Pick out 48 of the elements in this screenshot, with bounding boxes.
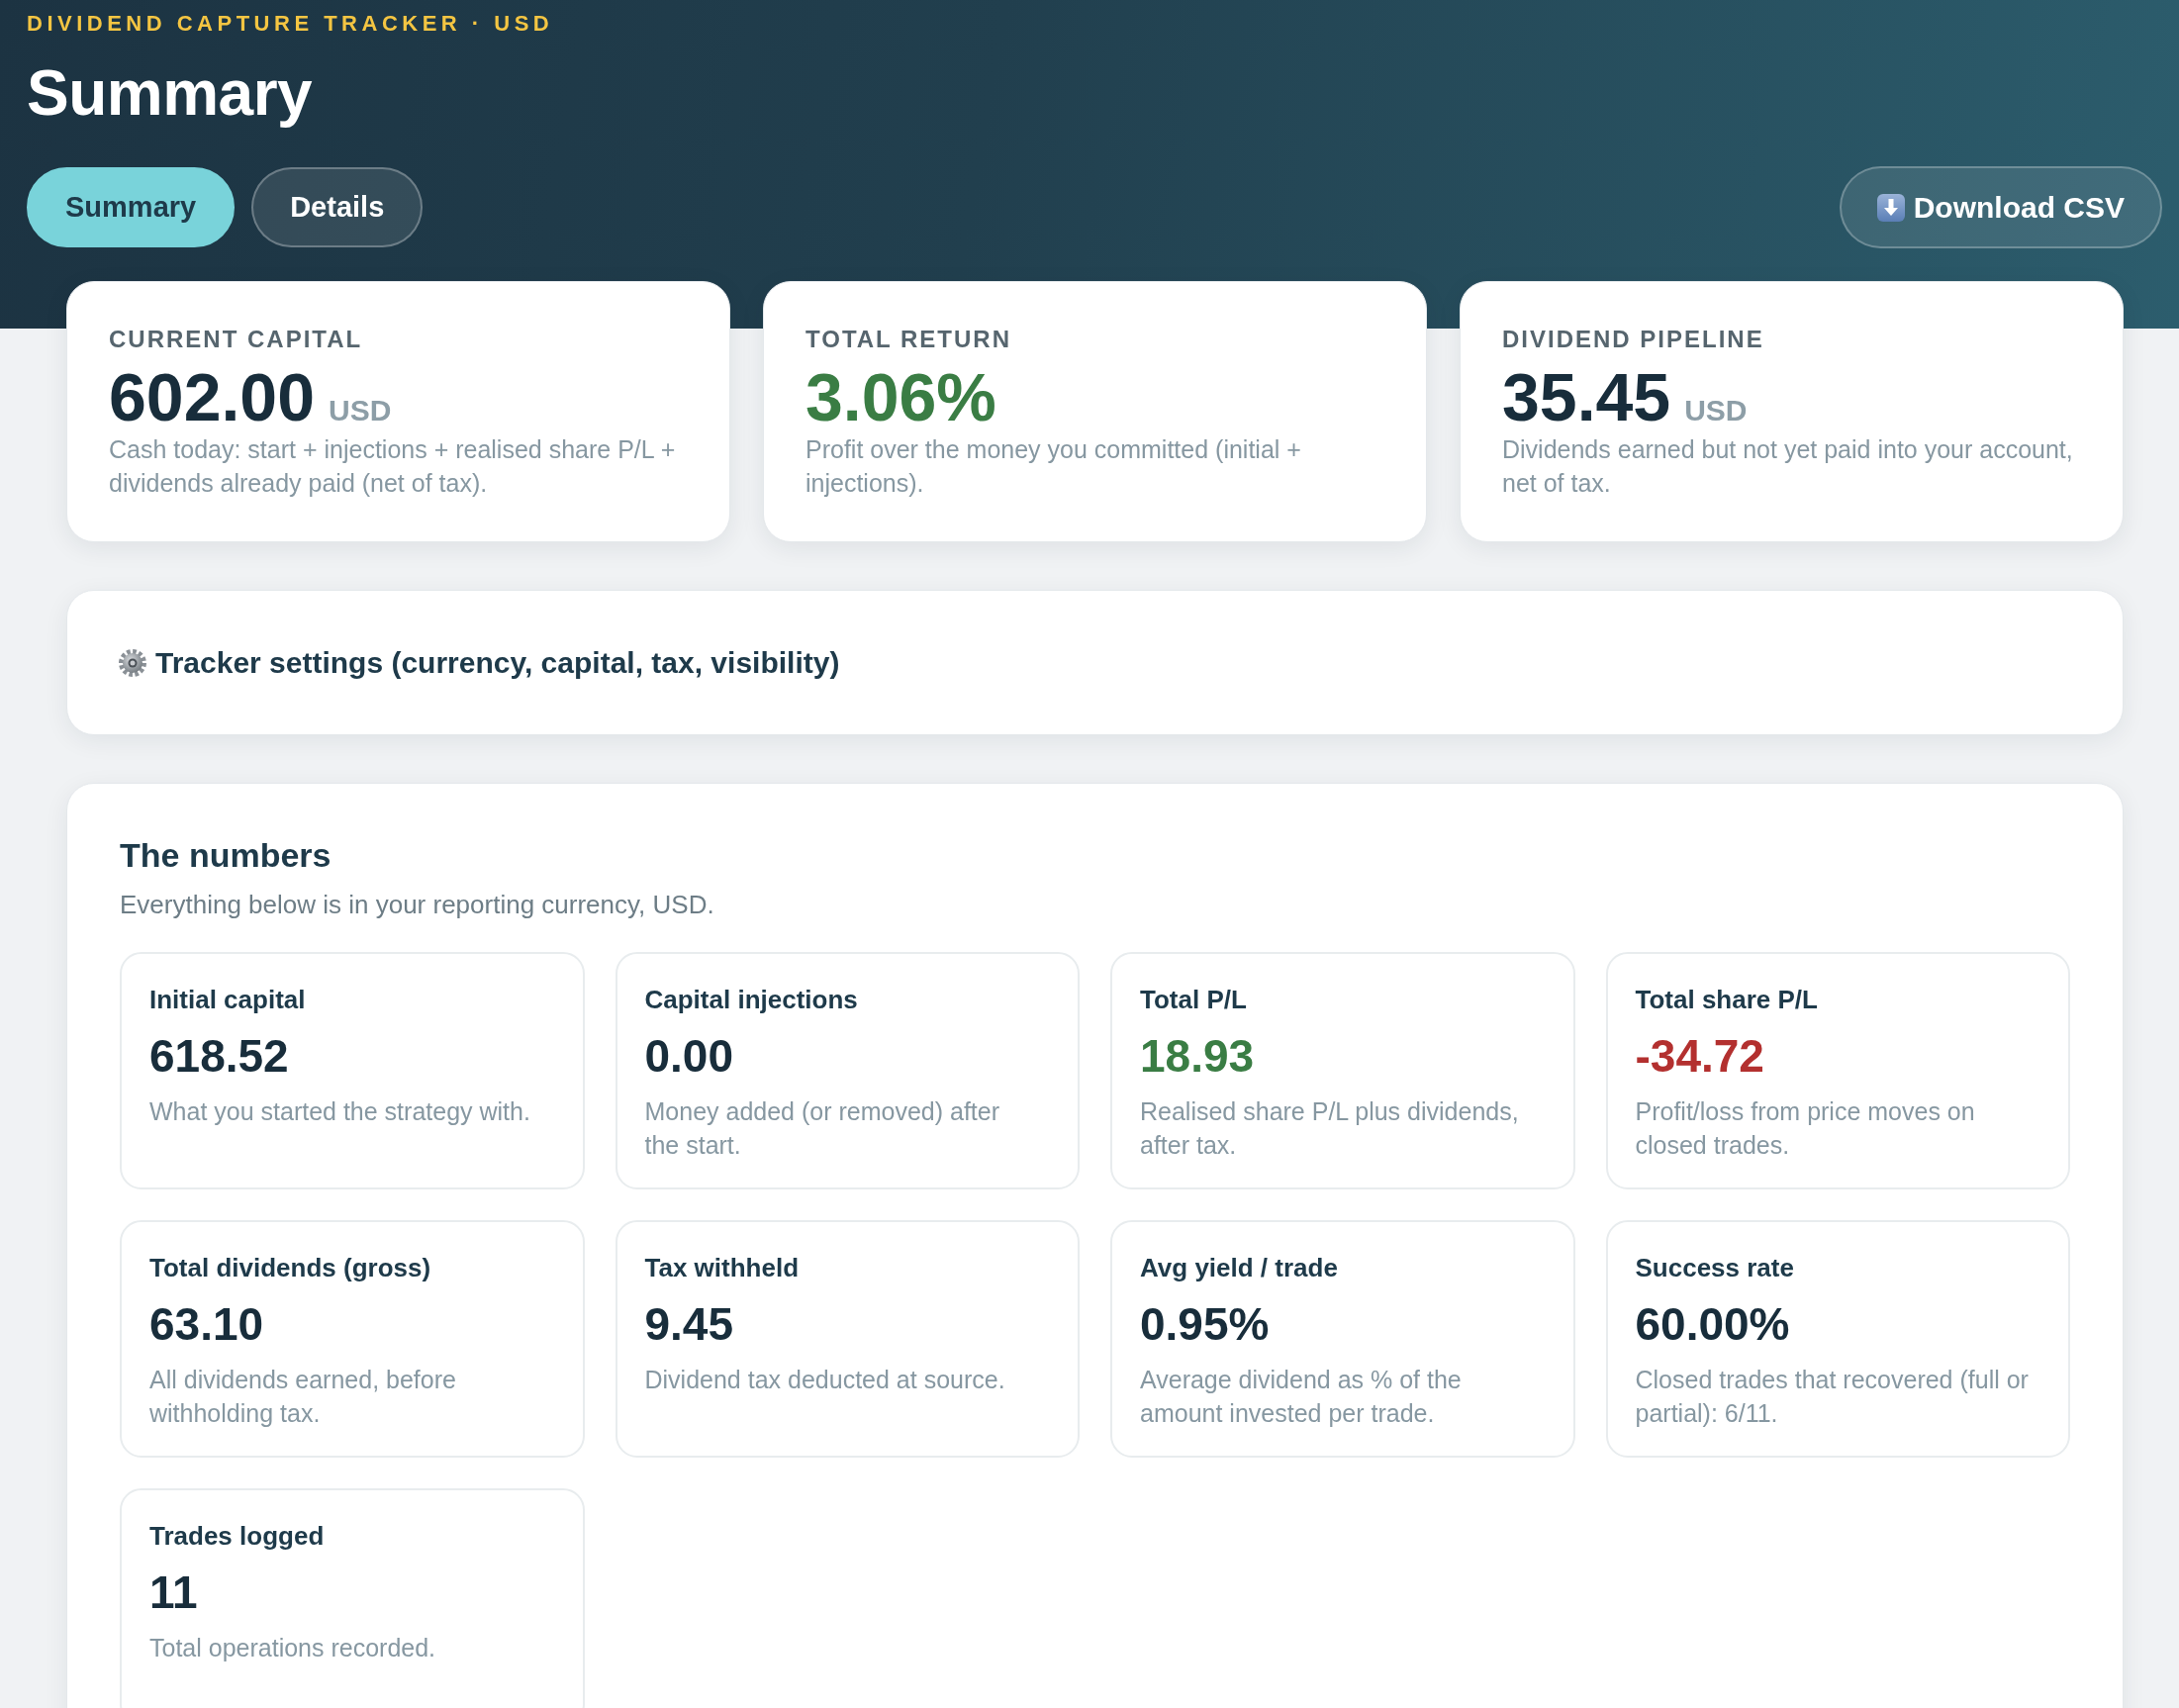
metric-value: 18.93 xyxy=(1140,1030,1255,1082)
page-title: Summary xyxy=(27,58,314,128)
metric-description: Money added (or removed) after the start. xyxy=(644,1096,1000,1161)
app-eyebrow: DIVIDEND CAPTURE TRACKER · USD xyxy=(27,10,555,38)
metric-label: Avg yield / trade xyxy=(1140,1252,1339,1283)
metric-value: 618.52 xyxy=(149,1030,289,1082)
kpi-description: Dividends earned but not yet paid into your account, net of tax. xyxy=(1502,434,2074,499)
metric-label: Trades logged xyxy=(149,1520,326,1552)
kpi-value: 602.00 xyxy=(109,363,315,430)
settings-toggle[interactable]: Tracker settings (currency, capital, tax, visibility) xyxy=(66,590,2124,735)
kpi-unit: USD xyxy=(329,394,392,427)
tab[interactable]: Summary xyxy=(27,167,236,247)
metric-description: Realised share P/L plus dividends, after tax. xyxy=(1140,1096,1520,1161)
download-button[interactable]: Download CSV xyxy=(1839,166,2162,248)
section-subtitle: Everything below is in your reporting currency, USD. xyxy=(120,889,715,920)
kpi-description: Profit over the money you committed (initial + injections). xyxy=(805,434,1302,499)
metric-description: Total operations recorded. xyxy=(149,1633,437,1663)
metric-description: Dividend tax deducted at source. xyxy=(644,1365,1006,1395)
metric-label: Total dividends (gross) xyxy=(149,1252,432,1283)
kpi-label: TOTAL RETURN xyxy=(805,326,1012,353)
metric-description: What you started the strategy with. xyxy=(149,1096,531,1127)
tab[interactable]: Details xyxy=(251,167,424,247)
metric-value: 9.45 xyxy=(644,1298,734,1350)
metric-description: Closed trades that recovered (full or partial): 6/11. xyxy=(1635,1365,2029,1429)
kpi-unit: USD xyxy=(1684,394,1748,427)
metric-label: Tax withheld xyxy=(644,1252,801,1283)
metric-value: 0.95% xyxy=(1140,1298,1270,1350)
arrow-down-icon xyxy=(1876,193,1905,222)
metric-value: 63.10 xyxy=(149,1298,264,1350)
kpi-label: CURRENT CAPITAL xyxy=(109,326,364,353)
metric-value: -34.72 xyxy=(1635,1030,1764,1082)
metric-value: 0.00 xyxy=(644,1030,734,1082)
kpi-label: DIVIDEND PIPELINE xyxy=(1502,326,1765,353)
section-title: The numbers xyxy=(120,835,332,875)
metric-value: 11 xyxy=(149,1566,198,1618)
gear-icon xyxy=(119,648,146,677)
kpi-value: 3.06% xyxy=(805,363,996,430)
metric-description: All dividends earned, before withholding tax. xyxy=(149,1365,457,1429)
metric-label: Initial capital xyxy=(149,984,307,1015)
metric-label: Capital injections xyxy=(644,984,859,1015)
kpi-value: 35.45 xyxy=(1502,363,1671,430)
metric-description: Average dividend as % of the amount invested per trade. xyxy=(1140,1365,1463,1429)
metric-description: Profit/loss from price moves on closed trades. xyxy=(1635,1096,1976,1161)
kpi-description: Cash today: start + injections + realised share P/L + dividends already paid (net of tax). xyxy=(109,434,677,499)
metric-label: Success rate xyxy=(1635,1252,1795,1283)
metric-value: 60.00% xyxy=(1635,1298,1790,1350)
metric-label: Total P/L xyxy=(1140,984,1248,1015)
metric-label: Total share P/L xyxy=(1635,984,1819,1015)
